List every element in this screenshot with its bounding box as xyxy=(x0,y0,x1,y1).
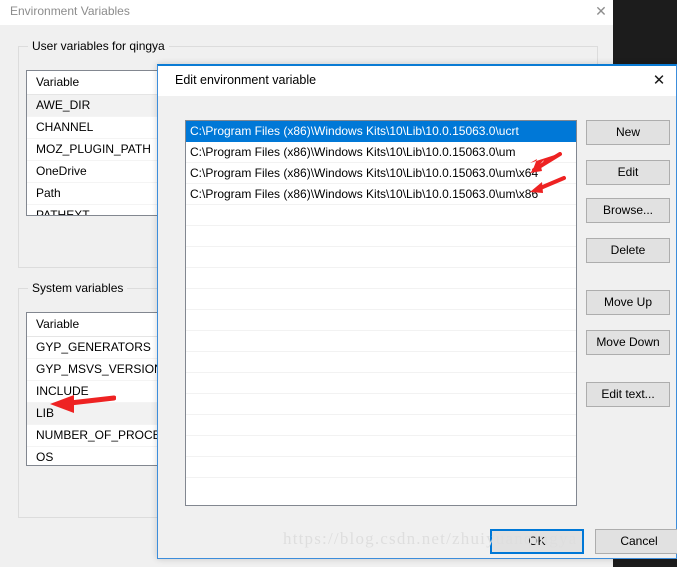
ok-button[interactable]: OK xyxy=(490,529,584,554)
list-item-empty[interactable] xyxy=(186,289,576,310)
list-item-empty[interactable] xyxy=(186,415,576,436)
dialog-titlebar: Edit environment variable ✕ xyxy=(158,66,676,96)
list-item-empty[interactable] xyxy=(186,205,576,226)
dialog-title: Edit environment variable xyxy=(175,73,317,87)
edit-button[interactable]: Edit xyxy=(586,160,670,185)
list-item-empty[interactable] xyxy=(186,373,576,394)
list-item-empty[interactable] xyxy=(186,352,576,373)
move-up-button[interactable]: Move Up xyxy=(586,290,670,315)
move-down-button[interactable]: Move Down xyxy=(586,330,670,355)
edit-text-button[interactable]: Edit text... xyxy=(586,382,670,407)
user-variables-legend: User variables for qingya xyxy=(28,39,169,53)
list-item-empty[interactable] xyxy=(186,457,576,478)
close-icon[interactable]: ✕ xyxy=(646,70,672,92)
new-button[interactable]: New xyxy=(586,120,670,145)
system-variables-legend: System variables xyxy=(28,281,128,295)
close-icon[interactable]: ✕ xyxy=(589,0,613,22)
list-item[interactable]: C:\Program Files (x86)\Windows Kits\10\L… xyxy=(186,121,576,142)
list-item-empty[interactable] xyxy=(186,247,576,268)
list-item[interactable]: C:\Program Files (x86)\Windows Kits\10\L… xyxy=(186,142,576,163)
browse-button[interactable]: Browse... xyxy=(586,198,670,223)
list-item-empty[interactable] xyxy=(186,436,576,457)
cancel-button[interactable]: Cancel xyxy=(595,529,677,554)
edit-environment-variable-dialog: Edit environment variable ✕ C:\Program F… xyxy=(157,64,677,559)
background-window-titlebar: Environment Variables ✕ xyxy=(0,0,613,25)
list-item-empty[interactable] xyxy=(186,268,576,289)
list-item[interactable]: C:\Program Files (x86)\Windows Kits\10\L… xyxy=(186,184,576,205)
delete-button[interactable]: Delete xyxy=(586,238,670,263)
list-item-empty[interactable] xyxy=(186,226,576,247)
list-item-empty[interactable] xyxy=(186,310,576,331)
background-window-title: Environment Variables xyxy=(10,4,130,18)
list-item[interactable]: C:\Program Files (x86)\Windows Kits\10\L… xyxy=(186,163,576,184)
list-item-empty[interactable] xyxy=(186,331,576,352)
list-item-empty[interactable] xyxy=(186,394,576,415)
path-entries-list[interactable]: C:\Program Files (x86)\Windows Kits\10\L… xyxy=(185,120,577,506)
